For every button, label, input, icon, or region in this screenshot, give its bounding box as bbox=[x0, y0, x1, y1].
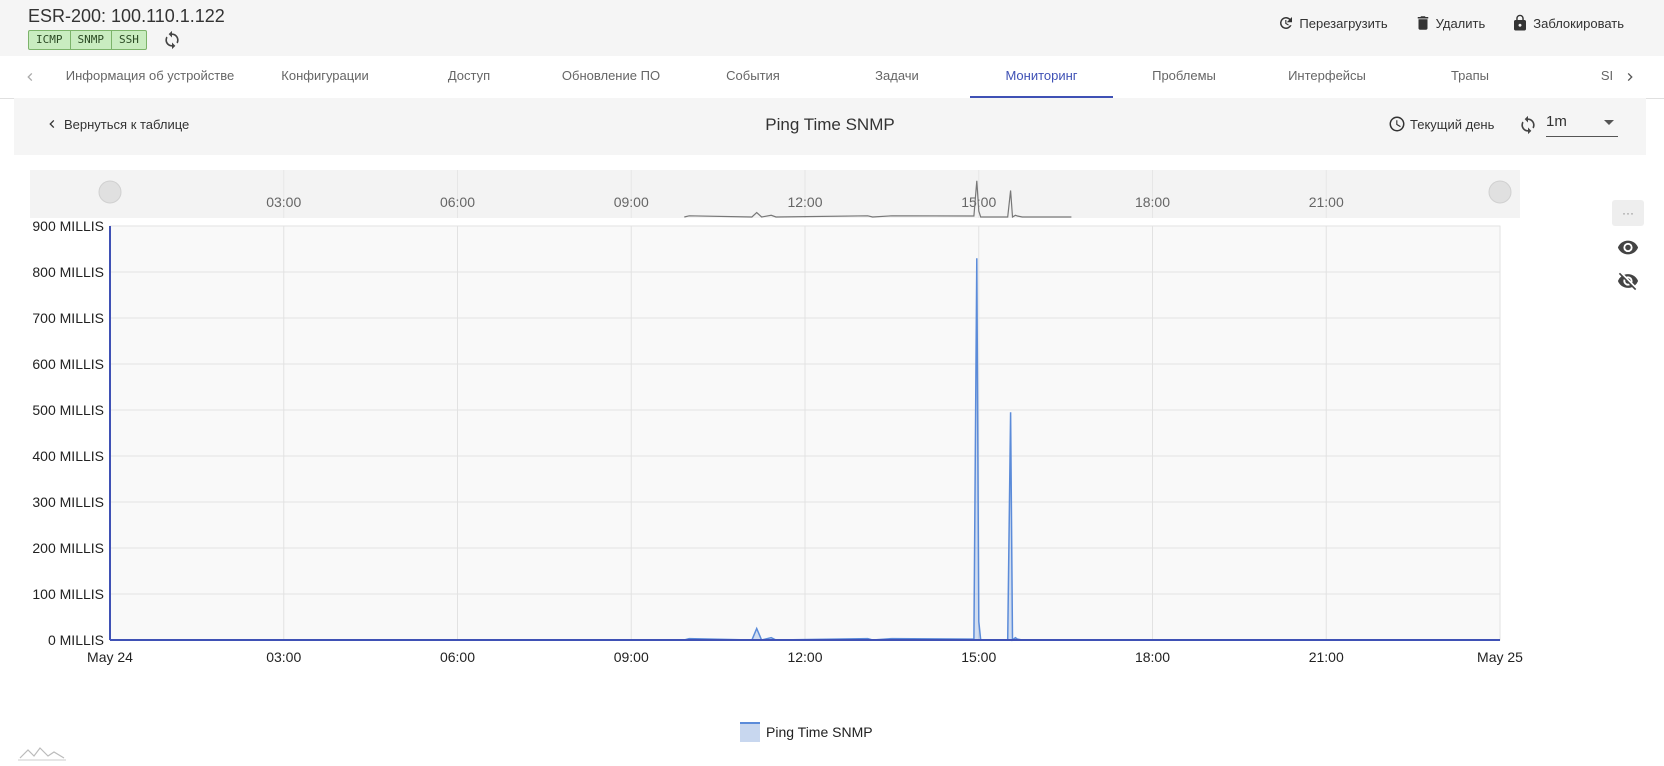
auto-refresh-icon bbox=[1521, 115, 1535, 135]
navigator-tick-label: 09:00 bbox=[614, 194, 649, 210]
y-tick-label: 500 MILLIS bbox=[32, 402, 104, 418]
tab-problems[interactable]: Проблемы bbox=[1117, 56, 1251, 98]
legend-label: Ping Time SNMP bbox=[766, 724, 873, 740]
protocol-badge-snmp: SNMP bbox=[71, 31, 112, 49]
tab-overflow[interactable]: SI bbox=[1600, 56, 1614, 98]
device-title: ESR-200: 100.110.1.122 bbox=[28, 6, 225, 26]
y-tick-label: 300 MILLIS bbox=[32, 494, 104, 510]
y-tick-label: 600 MILLIS bbox=[32, 356, 104, 372]
x-tick-label: 09:00 bbox=[614, 649, 649, 665]
navigator-tick-label: 12:00 bbox=[787, 194, 822, 210]
device-header: ESR-200: 100.110.1.122 ICMP SNMP SSH Пер… bbox=[0, 0, 1664, 56]
refresh-status-icon[interactable] bbox=[162, 30, 182, 50]
y-tick-label: 100 MILLIS bbox=[32, 586, 104, 602]
tab-configurations[interactable]: Конфигурации bbox=[258, 56, 392, 98]
delete-button[interactable]: Удалить bbox=[1414, 14, 1486, 32]
legend-swatch bbox=[740, 722, 760, 742]
y-tick-label: 400 MILLIS bbox=[32, 448, 104, 464]
period-label: Текущий день bbox=[1410, 116, 1495, 132]
y-tick-label: 200 MILLIS bbox=[32, 540, 104, 556]
delete-label: Удалить bbox=[1435, 15, 1486, 31]
x-tick-label: 18:00 bbox=[1135, 649, 1170, 665]
chart-side-tools: ··· bbox=[1612, 200, 1648, 302]
tab-traps[interactable]: Трапы bbox=[1403, 56, 1537, 98]
navigator-right-handle[interactable] bbox=[1488, 180, 1512, 204]
eye-icon bbox=[1617, 240, 1639, 255]
navigator-tick-label: 21:00 bbox=[1309, 194, 1344, 210]
x-tick-label: 15:00 bbox=[961, 649, 996, 665]
tab-events[interactable]: События bbox=[686, 56, 820, 98]
navigator-tick-label: 06:00 bbox=[440, 194, 475, 210]
reboot-label: Перезагрузить bbox=[1299, 15, 1388, 31]
dropdown-caret-icon bbox=[1604, 120, 1614, 125]
y-tick-label: 800 MILLIS bbox=[32, 264, 104, 280]
chevron-left-icon bbox=[27, 73, 33, 81]
navigator-background[interactable] bbox=[30, 170, 1520, 218]
trash-icon bbox=[1417, 16, 1428, 30]
device-tabs: Информация об устройстве Конфигурации До… bbox=[0, 56, 1664, 99]
refresh-interval-value: 1m bbox=[1546, 113, 1567, 130]
refresh-interval-select[interactable]: 1m bbox=[1546, 110, 1618, 137]
period-selector[interactable]: Текущий день bbox=[1388, 115, 1494, 133]
chevron-right-icon bbox=[1627, 73, 1633, 81]
tab-interfaces[interactable]: Интерфейсы bbox=[1260, 56, 1394, 98]
x-tick-label: 03:00 bbox=[266, 649, 301, 665]
x-tick-label: May 25 bbox=[1477, 649, 1523, 665]
back-label: Вернуться к таблице bbox=[64, 116, 190, 132]
brand-logo-icon bbox=[18, 747, 66, 761]
show-series-button[interactable] bbox=[1612, 234, 1644, 260]
y-tick-label: 0 MILLIS bbox=[48, 632, 104, 648]
chart-legend[interactable]: Ping Time SNMP bbox=[740, 722, 873, 742]
lock-button[interactable]: Заблокировать bbox=[1511, 14, 1624, 32]
ping-time-chart: 03:00 06:00 09:00 12:00 15:00 18:00 21:00 0 MIL… bbox=[30, 170, 1523, 665]
lock-icon bbox=[1514, 14, 1527, 31]
navigator-left-handle[interactable] bbox=[98, 180, 122, 204]
lock-label: Заблокировать bbox=[1533, 15, 1624, 31]
device-actions: Перезагрузить Удалить Заблокировать bbox=[1277, 14, 1624, 32]
chart-toolbar: Вернуться к таблице Ping Time SNMP Текущ… bbox=[14, 98, 1646, 155]
clock-icon bbox=[1389, 116, 1405, 132]
more-options-button[interactable]: ··· bbox=[1612, 200, 1644, 226]
navigator-tick-label: 03:00 bbox=[266, 194, 301, 210]
x-tick-label: 06:00 bbox=[440, 649, 475, 665]
y-tick-label: 700 MILLIS bbox=[32, 310, 104, 326]
tab-firmware-update[interactable]: Обновление ПО bbox=[544, 56, 678, 98]
x-tick-label: 21:00 bbox=[1309, 649, 1344, 665]
hide-series-button[interactable] bbox=[1612, 268, 1644, 294]
tab-tasks[interactable]: Задачи bbox=[830, 56, 964, 98]
chevron-left-icon bbox=[49, 120, 55, 128]
tab-device-info[interactable]: Информация об устройстве bbox=[50, 56, 250, 98]
protocol-badge-ssh: SSH bbox=[119, 33, 139, 46]
x-tick-label: 12:00 bbox=[787, 649, 822, 665]
reboot-button[interactable]: Перезагрузить bbox=[1277, 14, 1388, 32]
y-tick-label: 900 MILLIS bbox=[32, 218, 104, 234]
navigator-tick-label: 18:00 bbox=[1135, 194, 1170, 210]
protocol-badges: ICMP SNMP SSH bbox=[28, 30, 147, 50]
tab-access[interactable]: Доступ bbox=[402, 56, 536, 98]
tabs-scroll-left-button[interactable] bbox=[16, 56, 44, 98]
tab-monitoring[interactable]: Мониторинг bbox=[970, 56, 1113, 98]
protocol-badge-icmp: ICMP bbox=[29, 31, 71, 49]
back-to-table-button[interactable]: Вернуться к таблице bbox=[44, 116, 189, 132]
eye-off-icon bbox=[1617, 272, 1639, 291]
reboot-icon bbox=[1280, 16, 1293, 29]
x-tick-label: May 24 bbox=[87, 649, 133, 665]
tabs-scroll-right-button[interactable] bbox=[1616, 56, 1644, 98]
